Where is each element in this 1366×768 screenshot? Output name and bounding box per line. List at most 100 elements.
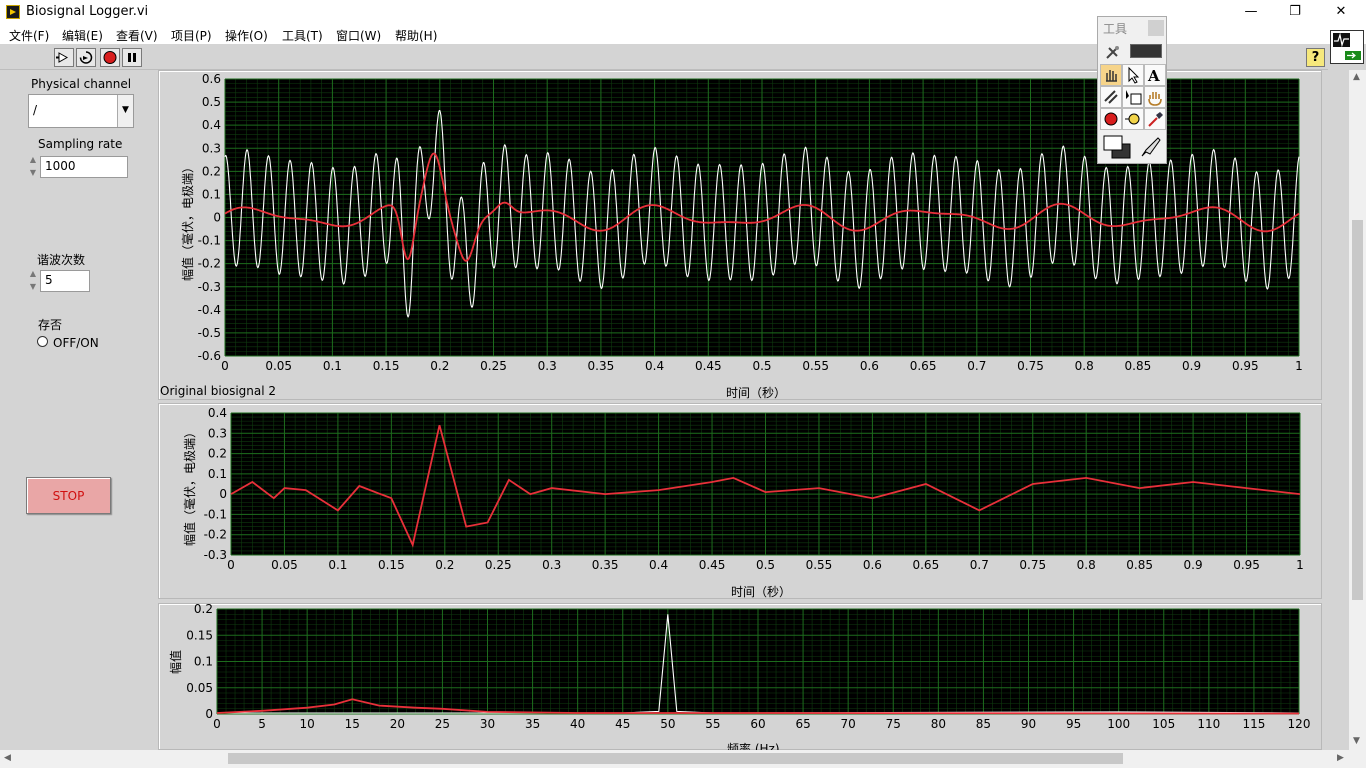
- run-continuously-button[interactable]: [76, 48, 96, 67]
- save-label: 存否: [38, 318, 63, 332]
- x-tick-label: 0: [221, 359, 229, 373]
- sampling-rate-input[interactable]: 1000: [40, 156, 128, 178]
- connect-wire-icon[interactable]: [1100, 86, 1122, 108]
- decrement-arrow-icon[interactable]: ▼: [28, 167, 38, 179]
- menu-edit[interactable]: 编辑(E): [62, 27, 103, 44]
- physical-channel-value: /: [33, 103, 38, 117]
- x-tick-label: 45: [615, 717, 630, 731]
- y-tick-label: 0.15: [186, 628, 213, 642]
- operate-value-hand-icon[interactable]: [1100, 64, 1122, 86]
- chevron-down-icon[interactable]: ▼: [117, 95, 133, 127]
- set-color-icon[interactable]: [1100, 132, 1134, 162]
- stop-button[interactable]: STOP: [26, 477, 111, 514]
- paint-brush-icon[interactable]: [1138, 134, 1164, 160]
- scroll-up-icon[interactable]: ▲: [1353, 72, 1360, 82]
- horizontal-scroll-thumb[interactable]: [228, 753, 1123, 764]
- pause-button[interactable]: [122, 48, 142, 67]
- x-tick-label: 0.7: [970, 558, 989, 572]
- scroll-right-icon[interactable]: ▶: [1337, 753, 1344, 763]
- y-tick-label: 0.6: [202, 72, 221, 86]
- x-tick-label: 0.25: [485, 558, 512, 572]
- tools-close-icon[interactable]: [1148, 20, 1164, 36]
- scroll-left-icon[interactable]: ◀: [4, 753, 11, 763]
- x-tick-label: 0.1: [328, 558, 347, 572]
- y-tick-label: -0.3: [198, 280, 221, 294]
- menu-operate[interactable]: 操作(O): [225, 27, 268, 44]
- x-tick-label: 0.3: [538, 359, 557, 373]
- menu-view[interactable]: 查看(V): [116, 27, 158, 44]
- probe-data-icon[interactable]: [1122, 108, 1144, 130]
- x-tick-label: 0.4: [649, 558, 668, 572]
- maximize-button[interactable]: ❐: [1272, 0, 1318, 24]
- scroll-down-icon[interactable]: ▼: [1353, 736, 1360, 746]
- context-help-button[interactable]: ?: [1306, 48, 1325, 67]
- menu-file[interactable]: 文件(F): [9, 27, 49, 44]
- save-radio[interactable]: [37, 336, 48, 347]
- y-tick-label: 0.1: [194, 655, 213, 669]
- graph-3-svg[interactable]: 0 5 10 15 20 25 30 35 40 45 50 55 60 65 70 75 80 85 90 95 10…: [159, 604, 1323, 751]
- x-tick-label: 100: [1107, 717, 1130, 731]
- sampling-rate-stepper[interactable]: ▲ ▼: [28, 154, 38, 180]
- graph-1-xlabel: 时间（秒）: [726, 386, 787, 400]
- abort-button[interactable]: [100, 48, 120, 67]
- menu-tools[interactable]: 工具(T): [282, 27, 323, 44]
- y-tick-label: -0.2: [198, 257, 221, 271]
- auto-select-indicator-icon[interactable]: [1130, 44, 1162, 58]
- x-tick-label: 70: [841, 717, 856, 731]
- increment-arrow-icon[interactable]: ▲: [28, 154, 38, 166]
- tools-palette: 工具 A: [1097, 16, 1167, 164]
- harmonics-input[interactable]: 5: [40, 270, 90, 292]
- horizontal-scrollbar[interactable]: ◀ ▶: [0, 750, 1366, 768]
- get-color-dropper-icon[interactable]: [1144, 108, 1166, 130]
- object-shortcut-menu-icon[interactable]: [1122, 86, 1144, 108]
- x-tick-label: 0.1: [323, 359, 342, 373]
- y-tick-label: 0.4: [208, 406, 227, 420]
- x-tick-label: 0.8: [1075, 359, 1094, 373]
- x-tick-label: 0.25: [480, 359, 507, 373]
- scroll-window-hand-icon[interactable]: [1144, 86, 1166, 108]
- increment-arrow-icon[interactable]: ▲: [28, 268, 38, 280]
- x-tick-label: 0.95: [1232, 359, 1259, 373]
- pause-icon: [128, 53, 136, 62]
- x-tick-label: 0.6: [863, 558, 882, 572]
- vi-icon: [1330, 30, 1364, 64]
- y-tick-label: 0.05: [186, 681, 213, 695]
- x-tick-label: 0.65: [912, 558, 939, 572]
- vertical-scroll-thumb[interactable]: [1352, 220, 1363, 600]
- x-tick-label: 0.45: [699, 558, 726, 572]
- menu-window[interactable]: 窗口(W): [336, 27, 381, 44]
- y-tick-label: -0.6: [198, 349, 221, 363]
- breakpoint-icon[interactable]: [1100, 108, 1122, 130]
- menu-help[interactable]: 帮助(H): [395, 27, 437, 44]
- physical-channel-select[interactable]: / ▼: [28, 94, 134, 128]
- graph-2-svg[interactable]: 0 0.05 0.1 0.15 0.2 0.25 0.3 0.35 0.4 0.45 0.5 0.55…: [159, 404, 1323, 600]
- x-tick-label: 5: [258, 717, 266, 731]
- graph-2-xlabel: 时间（秒）: [731, 585, 792, 599]
- decrement-arrow-icon[interactable]: ▼: [28, 281, 38, 293]
- vi-waveform-icon: [1333, 32, 1361, 60]
- x-tick-label: 0.05: [265, 359, 292, 373]
- y-tick-label: 0.1: [208, 467, 227, 481]
- x-tick-label: 0.75: [1019, 558, 1046, 572]
- graph-3-panel: 0 5 10 15 20 25 30 35 40 45 50 55 60 65 70 75 80 85 90 95 10…: [158, 603, 1323, 756]
- x-tick-label: 0.45: [695, 359, 722, 373]
- edit-text-icon[interactable]: A: [1144, 64, 1166, 86]
- abort-stop-icon: [103, 51, 117, 64]
- auto-tool-icon[interactable]: [1102, 41, 1124, 63]
- x-tick-label: 0.65: [910, 359, 937, 373]
- y-tick-label: 0: [213, 211, 221, 225]
- minimize-button[interactable]: —: [1228, 0, 1274, 24]
- close-button[interactable]: ✕: [1318, 0, 1364, 24]
- position-arrow-icon[interactable]: [1122, 64, 1144, 86]
- x-tick-label: 40: [570, 717, 585, 731]
- menu-project[interactable]: 项目(P): [171, 27, 212, 44]
- vertical-scrollbar[interactable]: ▲ ▼: [1349, 70, 1366, 750]
- harmonics-stepper[interactable]: ▲ ▼: [28, 268, 38, 294]
- y-tick-label: 0: [219, 487, 227, 501]
- x-tick-label: 10: [300, 717, 315, 731]
- x-tick-label: 0.4: [645, 359, 664, 373]
- x-tick-label: 0.75: [1017, 359, 1044, 373]
- graph-2-title: Original biosignal 2: [160, 384, 277, 398]
- run-button[interactable]: [54, 48, 74, 67]
- x-tick-label: 15: [345, 717, 360, 731]
